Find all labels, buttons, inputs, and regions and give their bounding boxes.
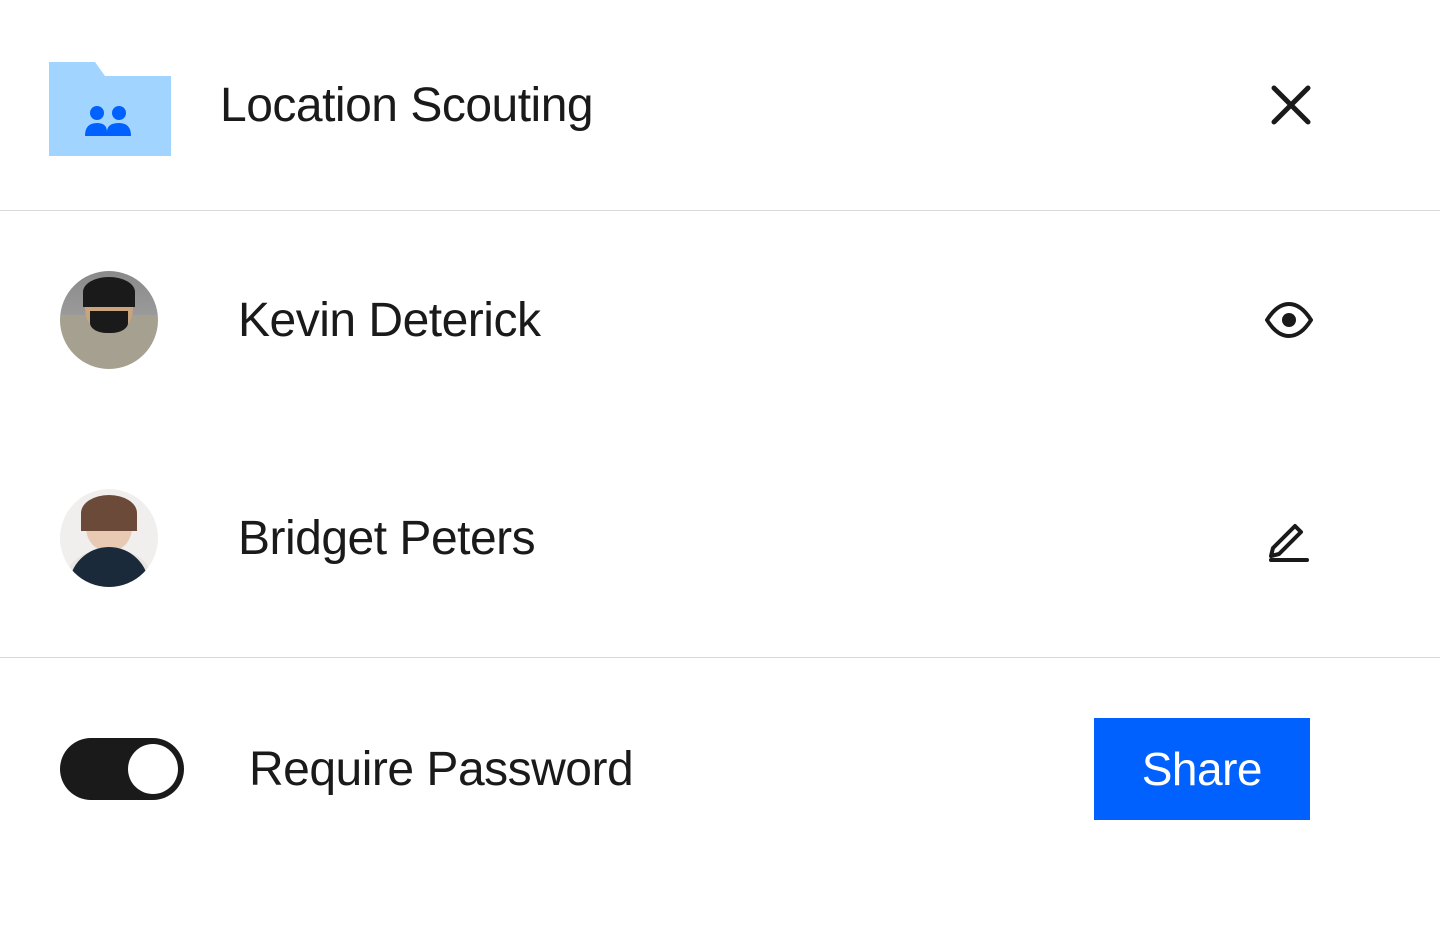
permission-edit-button[interactable] xyxy=(1263,512,1315,564)
folder-title: Location Scouting xyxy=(220,78,1267,133)
require-password-toggle[interactable] xyxy=(60,738,184,800)
toggle-knob xyxy=(128,744,178,794)
close-button[interactable] xyxy=(1267,81,1315,129)
pencil-icon xyxy=(1265,514,1313,562)
user-row: Bridget Peters xyxy=(60,489,1395,587)
permission-view-button[interactable] xyxy=(1263,294,1315,346)
eye-icon xyxy=(1265,296,1313,344)
avatar xyxy=(60,271,158,369)
dialog-header: Location Scouting xyxy=(0,0,1440,211)
dialog-footer: Require Password Share xyxy=(0,658,1440,880)
toggle-label: Require Password xyxy=(249,742,1094,797)
user-name: Bridget Peters xyxy=(238,511,1263,566)
share-button[interactable]: Share xyxy=(1094,718,1310,820)
avatar xyxy=(60,489,158,587)
user-name: Kevin Deterick xyxy=(238,293,1263,348)
shared-folder-icon xyxy=(45,50,175,160)
user-list: Kevin Deterick Bridget Peters xyxy=(0,211,1440,658)
close-icon xyxy=(1270,84,1312,126)
user-row: Kevin Deterick xyxy=(60,271,1395,369)
